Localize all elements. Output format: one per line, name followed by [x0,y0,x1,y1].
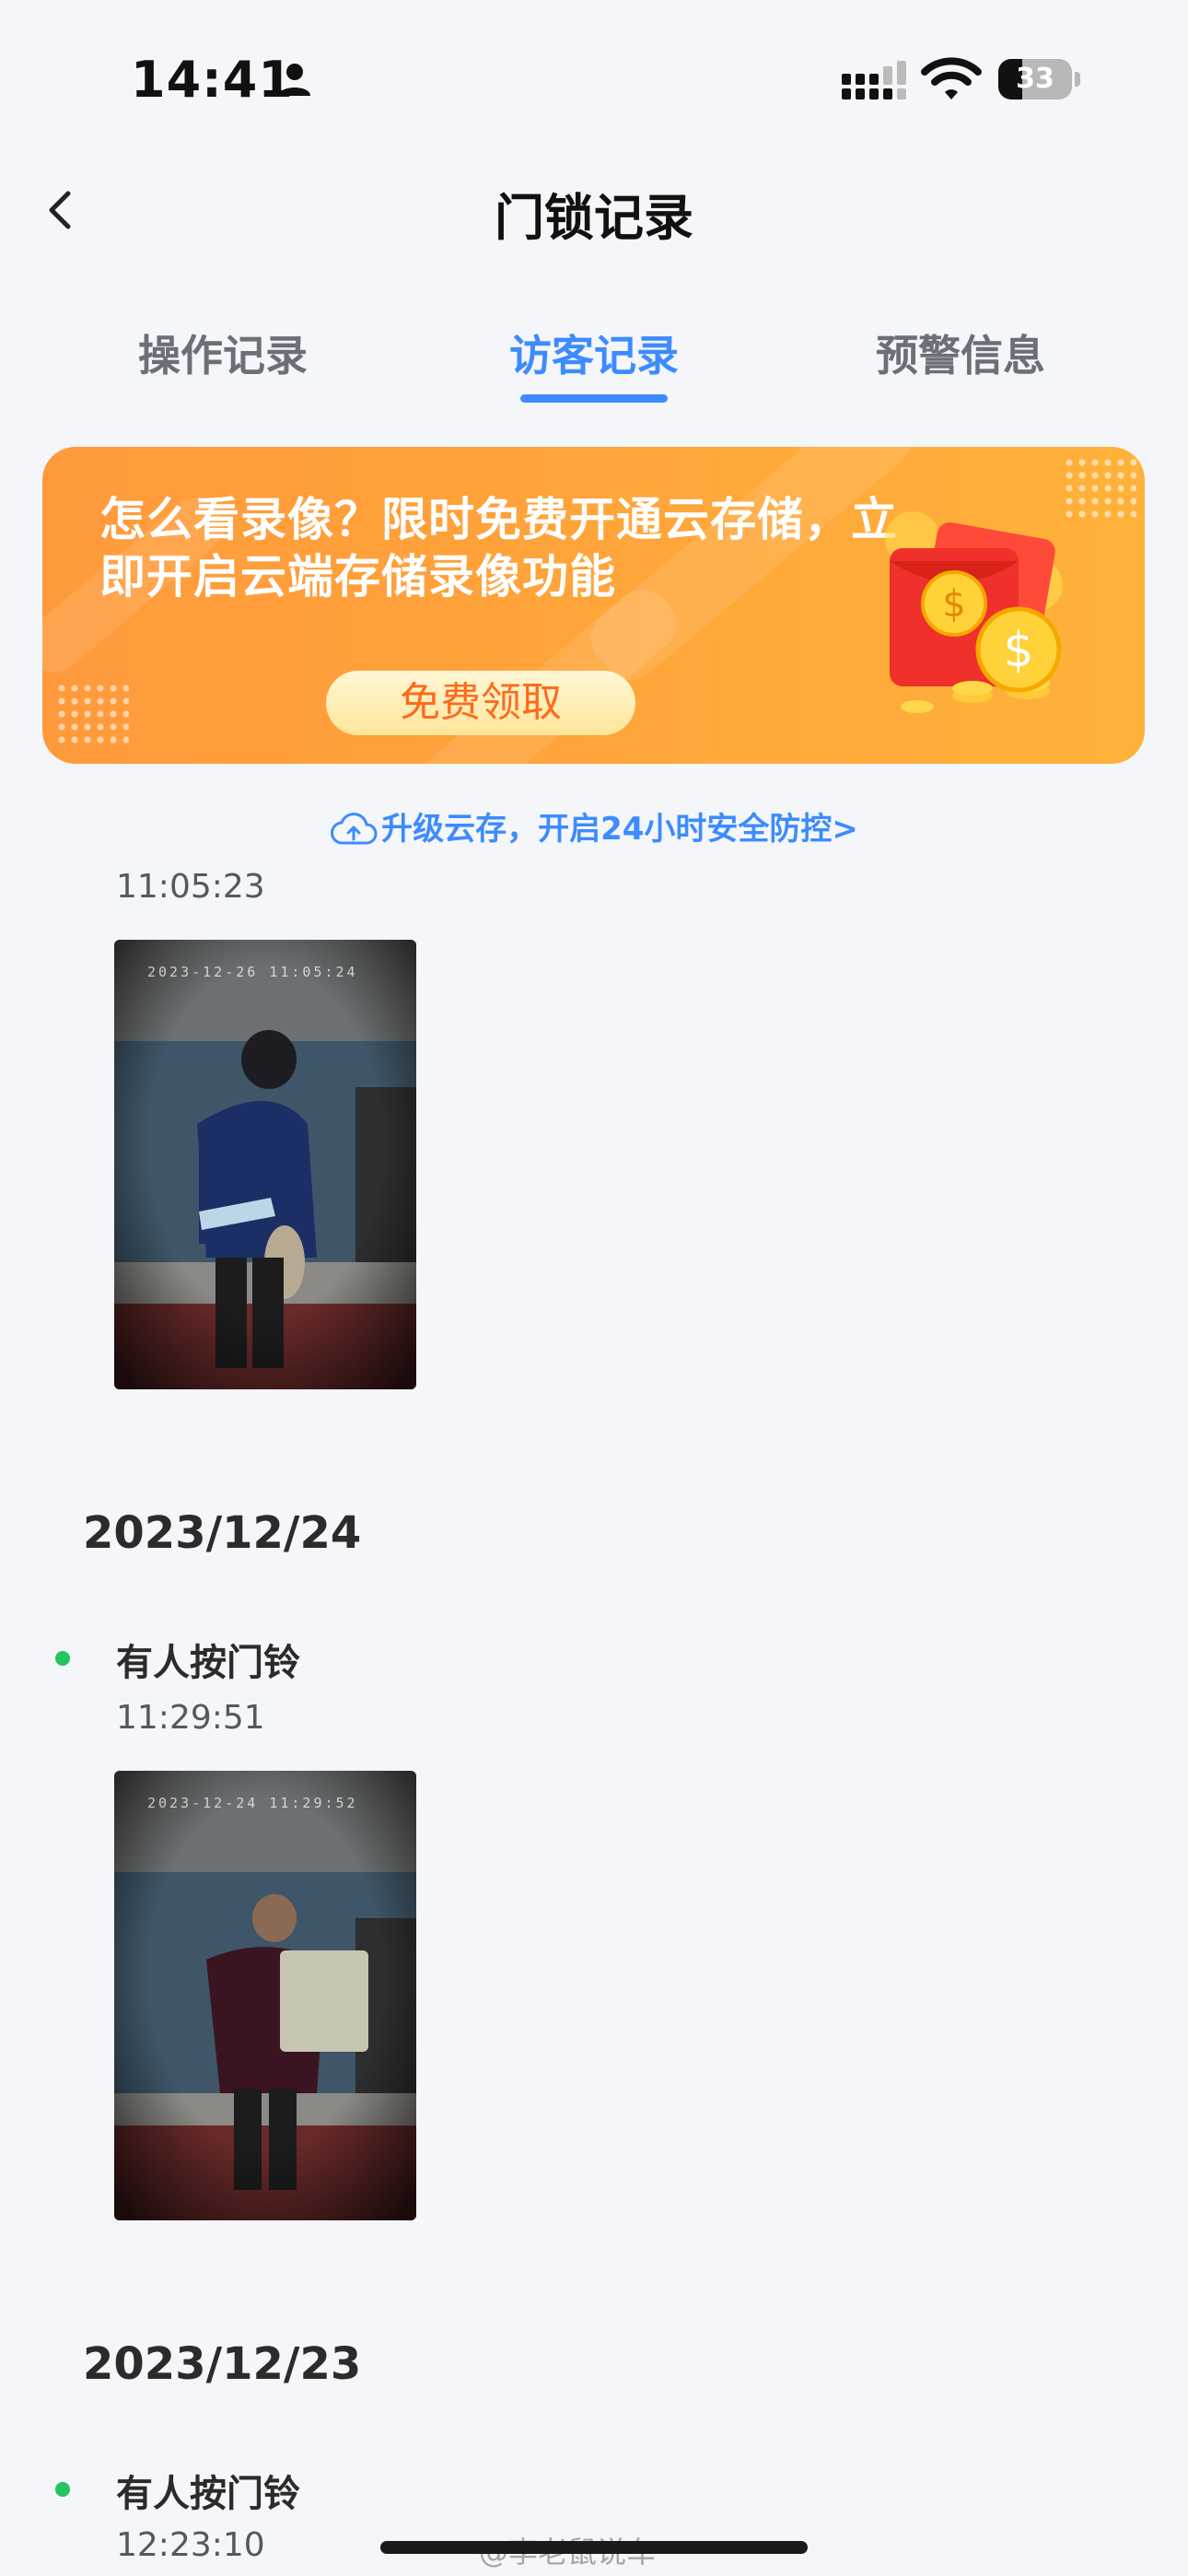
home-indicator[interactable] [380,2541,808,2554]
video-snapshot-thumbnail[interactable]: 2023-12-26 11:05:24 [114,940,416,1389]
upgrade-cloud-link[interactable]: 升级云存，开启24小时安全防控> [0,803,1188,849]
status-bar: 14:41 33 [0,0,1188,138]
page-title: 门锁记录 [495,189,693,247]
tab-alert-info[interactable]: 预警信息 [822,322,1099,383]
event-status-dot [55,2482,70,2497]
cloud-storage-promo-banner[interactable]: 怎么看录像？限时免费开通云存储，立即开启云端存储录像功能 免费领取 $ $ [42,447,1145,764]
banner-dots-decoration [1063,456,1136,521]
date-header: 2023/12/24 [83,1507,362,1559]
event-status-dot [55,1651,70,1666]
app-screen: 14:41 33 门锁记录 操作记录 访客记录 预警信息 怎么看录像？限时免费开… [0,0,1188,2576]
event-label: 有人按门铃 [116,2473,300,2515]
record-time: 11:29:51 [116,1699,265,1737]
snapshot-timestamp: 2023-12-24 11:29:52 [147,1795,358,1811]
snapshot-image [114,940,416,1389]
video-snapshot-thumbnail[interactable]: 2023-12-24 11:29:52 [114,1771,416,2220]
svg-text:$: $ [1003,623,1033,678]
svg-text:$: $ [942,583,965,626]
banner-dots-decoration [55,682,129,746]
battery-tip [1075,72,1080,87]
record-tabs: 操作记录 访客记录 预警信息 [0,322,1188,415]
red-envelope-coins-icon: $ $ [885,511,1063,713]
cloud-upload-icon [331,813,378,845]
battery-percentage: 33 [1016,63,1054,95]
signal-icon [842,61,906,100]
free-claim-button[interactable]: 免费领取 [326,671,635,735]
snapshot-image [114,1771,416,2220]
snapshot-timestamp: 2023-12-26 11:05:24 [147,964,358,980]
status-time: 14:41 [131,51,294,109]
tab-operation-records[interactable]: 操作记录 [85,322,361,383]
banner-text: 怎么看录像？限时免费开通云存储，立即开启云端存储录像功能 [99,493,898,603]
tab-visitor-records[interactable]: 访客记录 [456,322,732,383]
record-time: 12:23:10 [116,2526,265,2564]
wifi-icon [921,57,982,100]
battery-icon: 33 [998,59,1081,100]
date-header: 2023/12/23 [83,2338,362,2390]
battery-body: 33 [998,59,1072,100]
upgrade-cloud-text: 升级云存，开启24小时安全防控> [381,811,858,848]
record-time: 11:05:23 [116,868,265,906]
person-icon [279,64,310,96]
event-label: 有人按门铃 [116,1642,300,1684]
active-tab-indicator [520,394,668,403]
